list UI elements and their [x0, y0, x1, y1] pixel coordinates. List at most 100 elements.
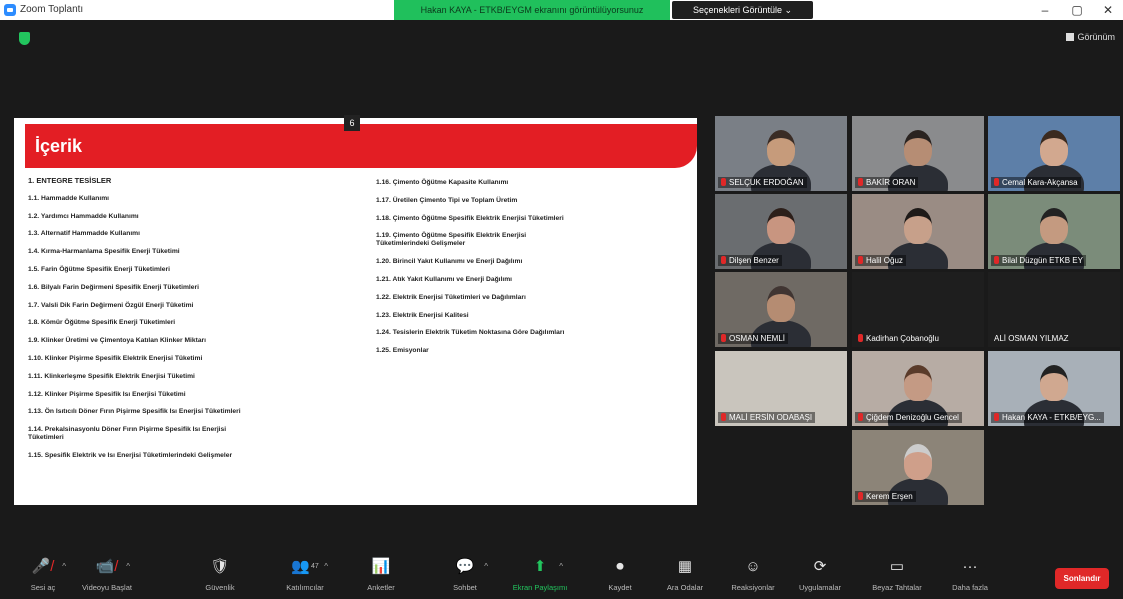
- chevron-up-icon[interactable]: ^: [126, 562, 130, 571]
- toc-item: 1.10. Klinker Pişirme Spesifik Elektrik …: [28, 354, 203, 362]
- participant-tile[interactable]: Çiğdem Denizoğlu Gencel: [852, 351, 984, 426]
- encryption-shield-icon[interactable]: [19, 32, 30, 45]
- participant-name-text: BAKİR ORAN: [866, 178, 916, 187]
- minimize-icon[interactable]: –: [1035, 3, 1055, 17]
- participant-name-text: Bilal Düzgün ETKB EY: [1002, 256, 1083, 265]
- breakout-rooms-label: Ara Odalar: [666, 583, 704, 592]
- participants-count: 47: [310, 563, 319, 570]
- toc-item: 1.20. Birincil Yakıt Kullanımı ve Enerji…: [376, 258, 523, 266]
- toc-item: 1.25. Emisyonlar: [376, 347, 429, 355]
- participant-face: [904, 444, 932, 480]
- more-button[interactable]: ··· Daha fazla: [935, 557, 1005, 592]
- toc-item: 1.13. Ön Isıtıcılı Döner Fırın Pişirme S…: [28, 408, 241, 416]
- slide-left-column: 1. ENTEGRE TESİSLER 1.1. Hammadde Kullanı…: [28, 177, 373, 470]
- slide-right-column: 1.16. Çimento Öğütme Kapasite Kullanımı 1…: [376, 179, 696, 365]
- participant-name-text: Hakan KAYA - ETKB/EYG...: [1002, 413, 1101, 422]
- record-label: Kaydet: [608, 583, 632, 592]
- apps-label: Uygulamalar: [798, 583, 842, 592]
- polls-label: Anketler: [367, 583, 395, 592]
- chat-label: Sohbet: [453, 583, 477, 592]
- participant-name: Kerem Erşen: [855, 491, 916, 502]
- meeting-toolbar: 🎤/ ^ Sesi aç 📹/ ^ Videoyu Başlat 🛡 Güven…: [0, 551, 1123, 599]
- toc-item: 1.23. Elektrik Enerjisi Kalitesi: [376, 311, 469, 319]
- participant-tile[interactable]: Cemal Kara-Akçansa: [988, 116, 1120, 191]
- toc-item: 1.24. Tesislerin Elektrik Tüketim Noktas…: [376, 329, 565, 337]
- participant-tile[interactable]: OSMAN NEMLİ: [715, 272, 847, 347]
- window-title: Zoom Toplantı: [20, 4, 84, 15]
- toc-item: 1.12. Klinker Pişirme Spesifik Isı Enerj…: [28, 390, 186, 398]
- participant-tile[interactable]: BAKİR ORAN: [852, 116, 984, 191]
- reactions-label: Reaksiyonlar: [731, 583, 775, 592]
- toc-item: 1.15. Spesifik Elektrik ve Isı Enerjisi …: [28, 451, 233, 459]
- participant-name: MALİ ERSİN ODABAŞI: [718, 412, 816, 423]
- toc-item: 1.17. Üretilen Çimento Tipi ve Toplam Ür…: [376, 196, 518, 204]
- participant-tile[interactable]: Kadirhan Çobanoğlu: [852, 272, 984, 347]
- share-screen-button[interactable]: ⬆ ^ Ekran Paylaşımı: [505, 557, 575, 592]
- breakout-rooms-button[interactable]: ▦ Ara Odalar: [650, 557, 720, 592]
- participant-tile[interactable]: Kerem Erşen: [852, 430, 984, 505]
- share-screen-label: Ekran Paylaşımı: [512, 583, 568, 592]
- participant-name: Bilal Düzgün ETKB EY: [991, 255, 1086, 266]
- unmute-button[interactable]: 🎤/ ^ Sesi aç: [8, 557, 78, 592]
- participant-tile[interactable]: MALİ ERSİN ODABAŞI: [715, 351, 847, 426]
- toc-item: 1.11. Klinkerleşme Spesifik Elektrik Ene…: [28, 372, 195, 380]
- chevron-up-icon[interactable]: ^: [559, 562, 563, 571]
- participant-tile[interactable]: ALİ OSMAN YILMAZ: [988, 272, 1120, 347]
- participants-button[interactable]: 👥47 ^ Katılımcılar: [270, 557, 340, 592]
- view-layout-button[interactable]: Görünüm: [1066, 32, 1115, 42]
- microphone-muted-icon: [721, 334, 726, 342]
- microphone-muted-icon: [721, 256, 726, 264]
- toc-item: 1.7. Valsli Dik Farin Değirmeni Özgül En…: [28, 301, 194, 309]
- participant-name-text: ALİ OSMAN YILMAZ: [994, 334, 1069, 343]
- participant-face: [1040, 365, 1068, 401]
- breakout-rooms-icon: ▦: [677, 558, 693, 575]
- chevron-up-icon[interactable]: ^: [484, 562, 488, 571]
- microphone-muted-icon: [994, 178, 999, 186]
- participant-name-text: Kerem Erşen: [866, 492, 913, 501]
- start-video-label: Videoyu Başlat: [82, 583, 132, 592]
- microphone-muted-icon: [858, 413, 863, 421]
- participant-name-text: Dilşen Benzer: [729, 256, 779, 265]
- apps-button[interactable]: ⟳ Uygulamalar: [785, 557, 855, 592]
- security-button[interactable]: 🛡 Güvenlik: [185, 557, 255, 592]
- participant-tile[interactable]: SELÇUK ERDOĞAN: [715, 116, 847, 191]
- polls-button[interactable]: 📊 Anketler: [346, 557, 416, 592]
- view-options-button[interactable]: Seçenekleri Görüntüle ⌄: [672, 1, 813, 19]
- slide-header: İçerik: [25, 124, 697, 168]
- maximize-icon[interactable]: ▢: [1067, 3, 1087, 17]
- participant-name-text: MALİ ERSİN ODABAŞI: [729, 413, 813, 422]
- toc-item: 1.19. Çimento Öğütme Spesifik Elektrik E…: [376, 232, 527, 248]
- participant-tile[interactable]: Bilal Düzgün ETKB EY: [988, 194, 1120, 269]
- participant-tile[interactable]: Halil Oğuz: [852, 194, 984, 269]
- shared-screen-slide: İçerik 1. ENTEGRE TESİSLER 1.1. Hammadde …: [14, 118, 697, 505]
- participant-face: [767, 208, 795, 244]
- toc-item: 1.3. Alternatif Hammadde Kullanımı: [28, 230, 140, 238]
- participant-tile[interactable]: Dilşen Benzer: [715, 194, 847, 269]
- toc-item: 1.6. Bilyalı Farin Değirmeni Spesifik En…: [28, 283, 199, 291]
- participant-face: [904, 365, 932, 401]
- microphone-muted-icon: [858, 178, 863, 186]
- participant-name: SELÇUK ERDOĞAN: [718, 177, 807, 188]
- participant-name: OSMAN NEMLİ: [718, 333, 789, 344]
- microphone-muted-icon: 🎤/: [31, 558, 55, 575]
- participant-name: Halil Oğuz: [855, 255, 906, 266]
- chevron-up-icon[interactable]: ^: [62, 562, 66, 571]
- participant-name-text: Çiğdem Denizoğlu Gencel: [866, 413, 959, 422]
- whiteboards-label: Beyaz Tahtalar: [872, 583, 922, 592]
- participant-tile[interactable]: Hakan KAYA - ETKB/EYG...: [988, 351, 1120, 426]
- reactions-button[interactable]: ☺ Reaksiyonlar: [718, 557, 788, 592]
- record-button[interactable]: ⏺ Kaydet: [585, 557, 655, 592]
- participant-name: Hakan KAYA - ETKB/EYG...: [991, 412, 1104, 423]
- participant-face: [904, 130, 932, 166]
- start-video-button[interactable]: 📹/ ^ Videoyu Başlat: [72, 557, 142, 592]
- chevron-up-icon[interactable]: ^: [324, 562, 328, 571]
- close-icon[interactable]: ✕: [1098, 3, 1118, 17]
- end-meeting-button[interactable]: Sonlandır: [1055, 568, 1109, 589]
- grid-icon: [1066, 33, 1075, 41]
- chat-button[interactable]: 💬 ^ Sohbet: [430, 557, 500, 592]
- whiteboards-button[interactable]: ▭ Beyaz Tahtalar: [862, 557, 932, 592]
- shield-icon: 🛡: [210, 558, 230, 575]
- participant-name: ALİ OSMAN YILMAZ: [991, 333, 1072, 344]
- slide-title: İçerik: [35, 136, 83, 156]
- apps-icon: ⟳: [813, 558, 827, 575]
